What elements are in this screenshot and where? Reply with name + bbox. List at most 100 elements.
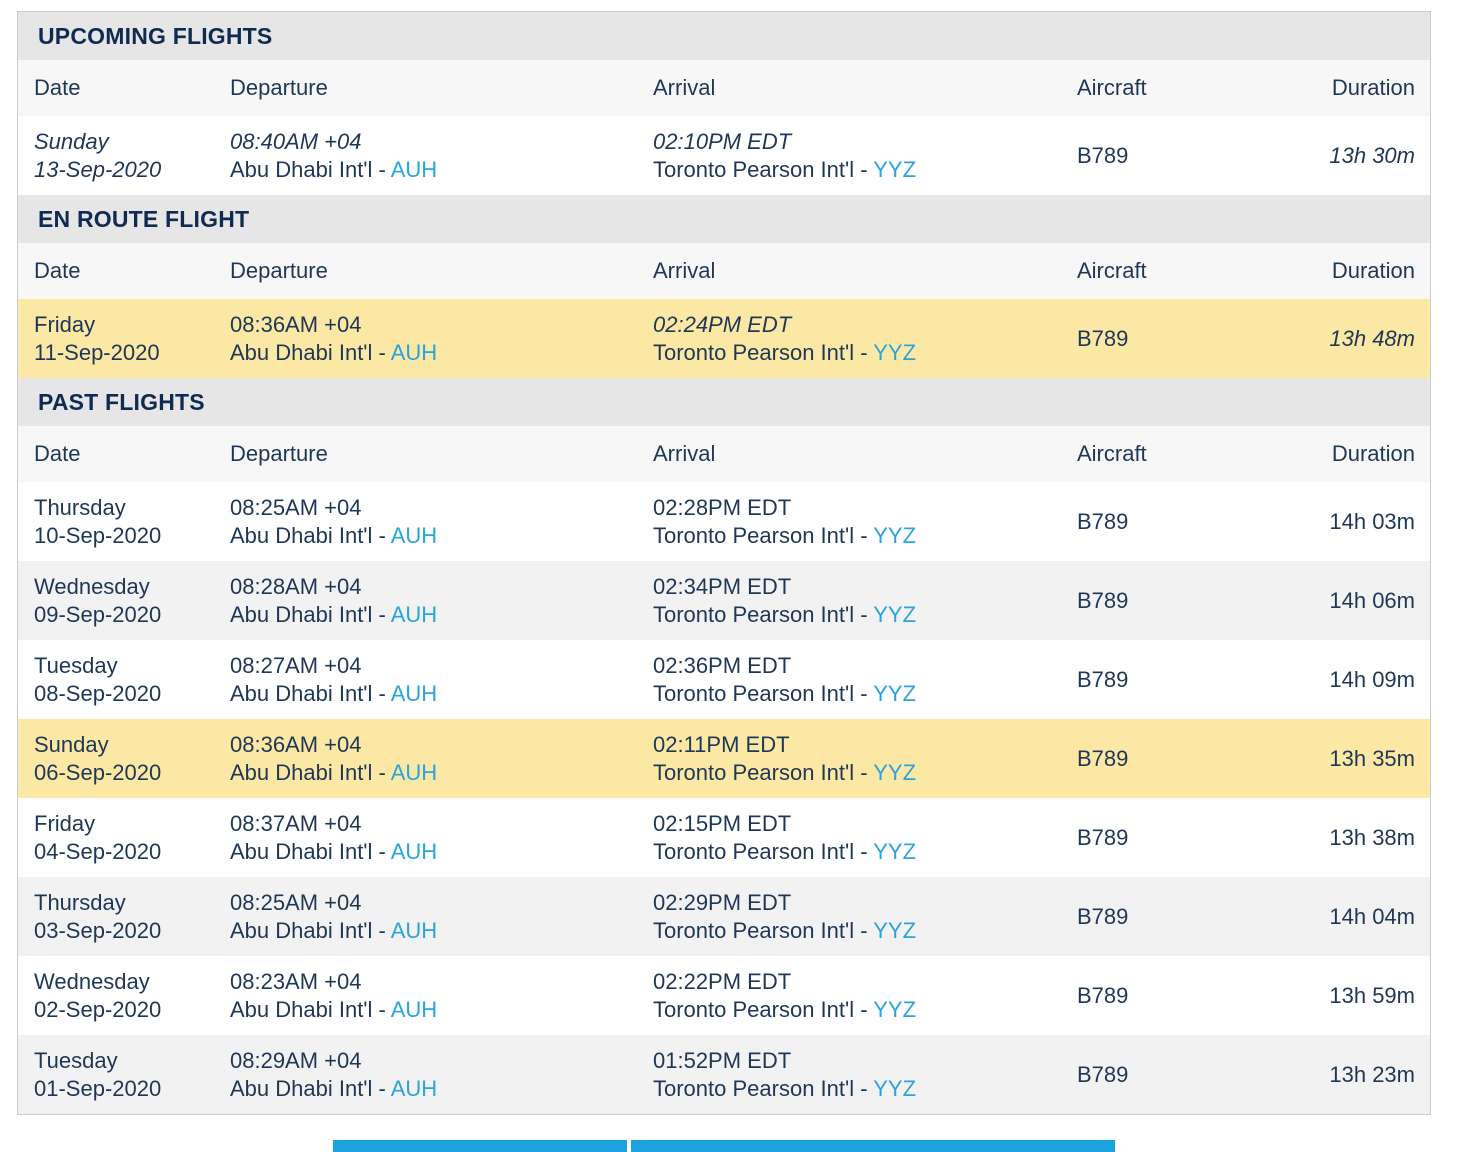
arrival-cell: 02:29PM EDT Toronto Pearson Int'l - YYZ — [653, 889, 1077, 945]
aircraft-link[interactable]: B789 — [1077, 824, 1227, 852]
flight-day: Tuesday — [34, 1047, 118, 1073]
flight-row-highlighted[interactable]: Sunday 06-Sep-2020 08:36AM +04 Abu Dhabi… — [18, 719, 1430, 798]
arrival-airport-code-link[interactable]: YYZ — [873, 1076, 916, 1101]
pagination-button-prev[interactable] — [333, 1140, 627, 1152]
arrival-airport-code-link[interactable]: YYZ — [873, 681, 916, 706]
departure-airport: Abu Dhabi Int'l - — [230, 680, 391, 706]
aircraft-link[interactable]: B789 — [1077, 587, 1227, 615]
column-header-row: Date Departure Arrival Aircraft Duration — [18, 60, 1430, 116]
column-header-date: Date — [34, 258, 81, 283]
arrival-airport-code-link[interactable]: YYZ — [873, 918, 916, 943]
departure-airport: Abu Dhabi Int'l - — [230, 1075, 391, 1101]
departure-airport-code-link[interactable]: AUH — [391, 340, 437, 365]
flight-row[interactable]: Tuesday 01-Sep-2020 08:29AM +04 Abu Dhab… — [18, 1035, 1430, 1114]
arrival-airport: Toronto Pearson Int'l - — [653, 1075, 874, 1101]
arrival-time: 02:29PM EDT — [653, 889, 792, 915]
column-header-row: Date Departure Arrival Aircraft Duration — [18, 243, 1430, 299]
flight-duration: 13h 38m — [1329, 824, 1415, 850]
arrival-airport-code-link[interactable]: YYZ — [873, 997, 916, 1022]
flight-date-cell: Friday 11-Sep-2020 — [18, 311, 230, 367]
flight-duration: 14h 09m — [1329, 666, 1415, 692]
flight-day: Thursday — [34, 494, 126, 520]
aircraft-link[interactable]: B789 — [1077, 982, 1227, 1010]
aircraft-link[interactable]: B789 — [1077, 1061, 1227, 1089]
flight-date: 03-Sep-2020 — [34, 917, 162, 943]
departure-time: 08:23AM +04 — [230, 968, 362, 994]
section-header-upcoming: UPCOMING FLIGHTS — [18, 12, 1430, 60]
arrival-airport: Toronto Pearson Int'l - — [653, 996, 874, 1022]
flight-day: Tuesday — [34, 652, 118, 678]
flight-date-cell: Thursday 03-Sep-2020 — [18, 889, 230, 945]
departure-airport-code-link[interactable]: AUH — [391, 839, 437, 864]
arrival-cell: 01:52PM EDT Toronto Pearson Int'l - YYZ — [653, 1047, 1077, 1103]
departure-airport-code-link[interactable]: AUH — [391, 681, 437, 706]
flight-day: Friday — [34, 311, 96, 337]
departure-airport-code-link[interactable]: AUH — [391, 602, 437, 627]
departure-time: 08:28AM +04 — [230, 573, 362, 599]
departure-airport-code-link[interactable]: AUH — [391, 523, 437, 548]
flight-row[interactable]: Thursday 03-Sep-2020 08:25AM +04 Abu Dha… — [18, 877, 1430, 956]
departure-time: 08:36AM +04 — [230, 311, 362, 337]
arrival-airport-code-link[interactable]: YYZ — [873, 523, 916, 548]
flight-duration: 13h 48m — [1329, 325, 1415, 351]
pagination-button-next[interactable] — [631, 1140, 1115, 1152]
column-header-departure: Departure — [230, 258, 328, 283]
column-header-duration: Duration — [1331, 441, 1415, 466]
arrival-airport-code-link[interactable]: YYZ — [873, 602, 916, 627]
departure-airport-code-link[interactable]: AUH — [391, 918, 437, 943]
arrival-airport: Toronto Pearson Int'l - — [653, 339, 874, 365]
departure-airport: Abu Dhabi Int'l - — [230, 339, 391, 365]
departure-airport-code-link[interactable]: AUH — [391, 1076, 437, 1101]
flight-date-cell: Wednesday 02-Sep-2020 — [18, 968, 230, 1024]
arrival-time: 02:24PM EDT — [653, 311, 792, 337]
flight-row-en-route[interactable]: Friday 11-Sep-2020 08:36AM +04 Abu Dhabi… — [18, 299, 1430, 378]
column-header-departure: Departure — [230, 441, 328, 466]
flight-row[interactable]: Thursday 10-Sep-2020 08:25AM +04 Abu Dha… — [18, 482, 1430, 561]
column-header-date: Date — [34, 75, 81, 100]
arrival-airport: Toronto Pearson Int'l - — [653, 601, 874, 627]
departure-time: 08:37AM +04 — [230, 810, 362, 836]
column-header-arrival: Arrival — [653, 75, 716, 100]
arrival-airport-code-link[interactable]: YYZ — [873, 340, 916, 365]
aircraft-link[interactable]: B789 — [1077, 666, 1227, 694]
flight-row[interactable]: Wednesday 09-Sep-2020 08:28AM +04 Abu Dh… — [18, 561, 1430, 640]
flight-row[interactable]: Friday 04-Sep-2020 08:37AM +04 Abu Dhabi… — [18, 798, 1430, 877]
arrival-time: 02:36PM EDT — [653, 652, 792, 678]
departure-airport: Abu Dhabi Int'l - — [230, 838, 391, 864]
arrival-airport-code-link[interactable]: YYZ — [873, 760, 916, 785]
departure-airport-code-link[interactable]: AUH — [391, 760, 437, 785]
aircraft-link[interactable]: B789 — [1077, 508, 1227, 536]
flight-row[interactable]: Wednesday 02-Sep-2020 08:23AM +04 Abu Dh… — [18, 956, 1430, 1035]
departure-airport-code-link[interactable]: AUH — [391, 997, 437, 1022]
departure-airport-code-link[interactable]: AUH — [391, 157, 437, 182]
flight-duration: 13h 35m — [1329, 745, 1415, 771]
section-header-past: PAST FLIGHTS — [18, 378, 1430, 426]
flight-row[interactable]: Tuesday 08-Sep-2020 08:27AM +04 Abu Dhab… — [18, 640, 1430, 719]
flight-row[interactable]: Sunday 13-Sep-2020 08:40AM +04 Abu Dhabi… — [18, 116, 1430, 195]
aircraft-link[interactable]: B789 — [1077, 325, 1227, 353]
column-header-duration: Duration — [1331, 258, 1415, 283]
flight-history-panel: UPCOMING FLIGHTS Date Departure Arrival … — [17, 11, 1431, 1115]
arrival-time: 02:28PM EDT — [653, 494, 792, 520]
section-header-en-route: EN ROUTE FLIGHT — [18, 195, 1430, 243]
departure-cell: 08:36AM +04 Abu Dhabi Int'l - AUH — [230, 311, 653, 367]
aircraft-link[interactable]: B789 — [1077, 745, 1227, 773]
flight-day: Friday — [34, 810, 96, 836]
departure-cell: 08:40AM +04 Abu Dhabi Int'l - AUH — [230, 128, 653, 184]
arrival-airport-code-link[interactable]: YYZ — [873, 839, 916, 864]
departure-cell: 08:25AM +04 Abu Dhabi Int'l - AUH — [230, 889, 653, 945]
flight-duration: 14h 04m — [1329, 903, 1415, 929]
departure-time: 08:25AM +04 — [230, 494, 362, 520]
arrival-time: 02:34PM EDT — [653, 573, 792, 599]
aircraft-link[interactable]: B789 — [1077, 903, 1227, 931]
arrival-airport: Toronto Pearson Int'l - — [653, 838, 874, 864]
arrival-airport: Toronto Pearson Int'l - — [653, 917, 874, 943]
flight-duration: 13h 59m — [1329, 982, 1415, 1008]
flight-date: 08-Sep-2020 — [34, 680, 162, 706]
aircraft-link[interactable]: B789 — [1077, 142, 1227, 170]
column-header-duration: Duration — [1331, 75, 1415, 100]
flight-duration: 14h 06m — [1329, 587, 1415, 613]
flight-date: 13-Sep-2020 — [34, 156, 162, 182]
arrival-airport-code-link[interactable]: YYZ — [873, 157, 916, 182]
flight-day: Sunday — [34, 128, 109, 154]
